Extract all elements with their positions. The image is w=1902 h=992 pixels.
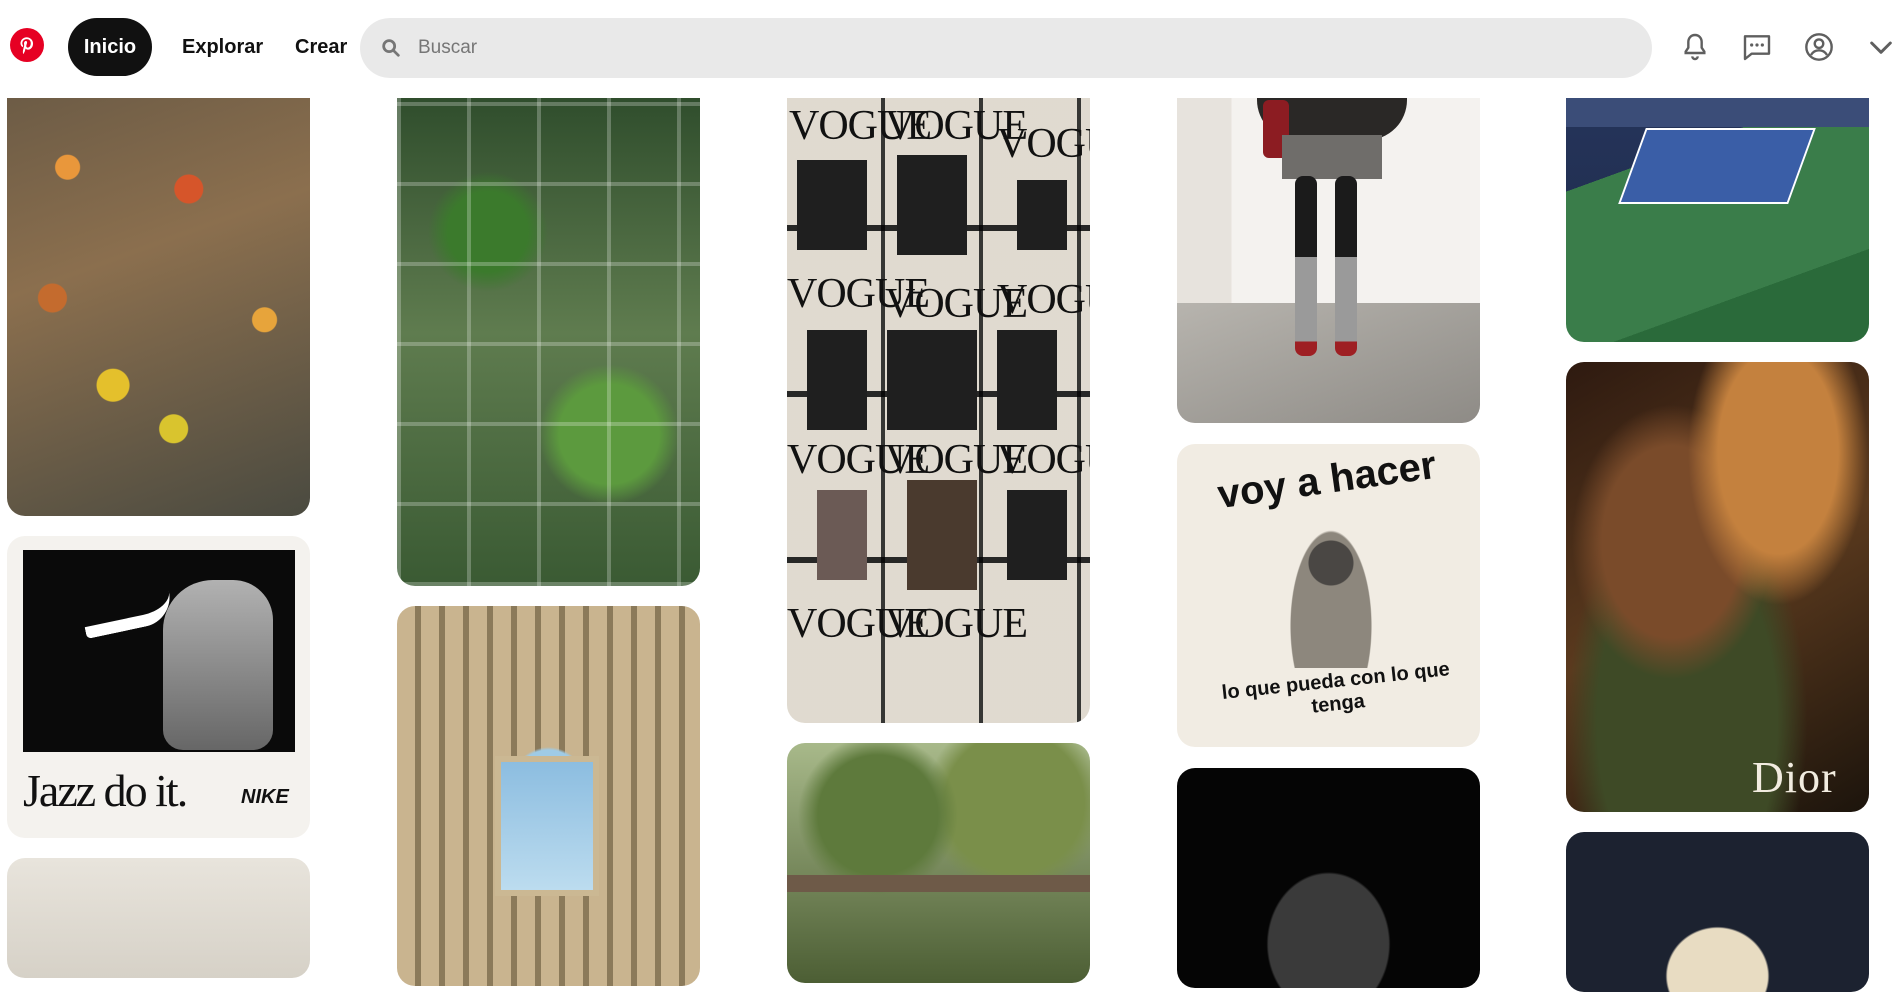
vogue-photo bbox=[997, 330, 1057, 430]
vogue-photo bbox=[807, 330, 867, 430]
pin-jazz-brand: NIKE bbox=[241, 786, 289, 808]
vogue-photo bbox=[1017, 180, 1067, 250]
pin-doberman[interactable] bbox=[1177, 768, 1480, 988]
notifications-button[interactable] bbox=[1676, 28, 1714, 66]
pin-street-outfit[interactable] bbox=[1177, 80, 1480, 423]
pin-jazz-photo bbox=[23, 550, 295, 752]
pin-tennis-stadium[interactable] bbox=[1566, 80, 1869, 342]
tennis-court bbox=[1618, 128, 1816, 204]
vogue-photo bbox=[887, 330, 977, 430]
vogue-masthead: VOGUE bbox=[885, 601, 1028, 647]
pin-dior-brand: Dior bbox=[1752, 753, 1837, 802]
vogue-masthead: VOGUE bbox=[997, 121, 1090, 167]
account-menu-button[interactable] bbox=[1862, 28, 1900, 66]
search-input[interactable] bbox=[416, 36, 1616, 60]
pleated-skirt bbox=[1282, 135, 1382, 179]
rabbit-illustration bbox=[1289, 528, 1373, 668]
vogue-photo bbox=[797, 160, 867, 250]
vogue-photo bbox=[897, 155, 967, 255]
pin-vogue-wall[interactable]: VOGUE VOGUE VOGUE VOGUE VOGUE VOGUE VOGU… bbox=[787, 80, 1090, 723]
profile-button[interactable] bbox=[1800, 28, 1838, 66]
vogue-photo bbox=[817, 490, 867, 580]
pin-dior-ad[interactable]: Dior bbox=[1566, 362, 1869, 812]
search-icon bbox=[382, 39, 400, 57]
nav-create-label: Crear bbox=[295, 35, 348, 58]
pin-bag-display[interactable] bbox=[1566, 832, 1869, 992]
vogue-photo bbox=[1007, 490, 1067, 580]
nav-home-label: Inicio bbox=[83, 35, 137, 58]
nav-explore-label: Explorar bbox=[182, 35, 264, 58]
message-icon bbox=[1743, 35, 1771, 61]
profile-icon bbox=[1805, 33, 1833, 61]
sidewalk bbox=[1177, 303, 1480, 423]
pin-tulips[interactable] bbox=[7, 80, 310, 516]
leg bbox=[1295, 176, 1317, 356]
top-navigation-bar: Inicio Explorar Crear bbox=[0, 0, 1902, 98]
nav-home-button[interactable]: Inicio bbox=[68, 18, 152, 76]
bell-icon bbox=[1684, 33, 1706, 61]
nav-create-link[interactable]: Crear bbox=[295, 18, 347, 76]
vogue-masthead: VOGUE bbox=[997, 437, 1090, 483]
swoosh-icon bbox=[80, 590, 176, 640]
pin-jazz-nike[interactable]: Jazz do it. NIKE bbox=[7, 536, 310, 838]
chevron-down-icon bbox=[1870, 41, 1892, 54]
pinterest-logo-icon[interactable] bbox=[10, 28, 44, 62]
pin-jazz-headline: Jazz do it. bbox=[23, 765, 188, 816]
pin-voy-top-text: voy a hacer bbox=[1214, 444, 1439, 518]
courtyard-sky bbox=[495, 756, 599, 896]
pinterest-p-icon bbox=[20, 37, 34, 55]
vogue-photo bbox=[907, 480, 977, 590]
pin-fabric[interactable] bbox=[7, 858, 310, 978]
pin-voy-a-hacer[interactable]: voy a hacer lo que pueda con lo que teng… bbox=[1177, 444, 1480, 747]
vogue-masthead: VOGUE bbox=[997, 277, 1090, 323]
search-bar[interactable] bbox=[360, 18, 1652, 78]
pin-glass-blocks[interactable] bbox=[397, 80, 700, 586]
trumpet-player-figure bbox=[163, 580, 273, 750]
nav-explore-link[interactable]: Explorar bbox=[182, 18, 263, 76]
pin-wooden-shelter-trees[interactable] bbox=[787, 743, 1090, 983]
pin-courtyard-building[interactable] bbox=[397, 606, 700, 986]
messages-button[interactable] bbox=[1738, 28, 1776, 66]
leg bbox=[1335, 176, 1357, 356]
